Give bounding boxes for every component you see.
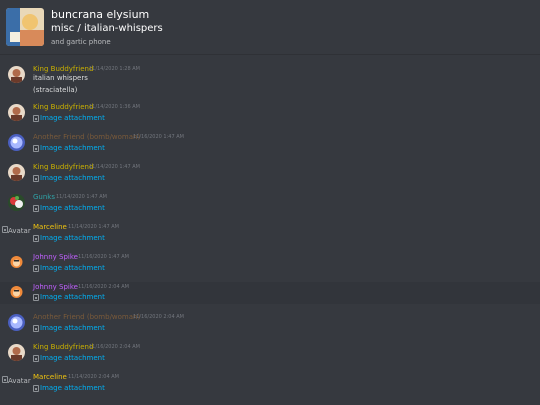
avatar[interactable] bbox=[8, 194, 25, 211]
server-icon[interactable] bbox=[6, 8, 44, 46]
message: Another Friend (bomb/woman) 11/16/2020 1… bbox=[0, 130, 540, 158]
avatar[interactable] bbox=[8, 344, 25, 361]
message: Avatar Marceline 11/14/2020 2:04 AM Imag… bbox=[0, 370, 540, 398]
image-attachment-link[interactable]: Image attachment bbox=[33, 384, 105, 392]
message-timestamp: 11/14/2020 1:47 AM bbox=[68, 224, 119, 230]
avatar[interactable] bbox=[8, 66, 25, 83]
image-attachment-link[interactable]: Image attachment bbox=[33, 324, 105, 332]
broken-image-icon bbox=[33, 354, 39, 362]
image-attachment-link[interactable]: Image attachment bbox=[33, 264, 105, 272]
broken-image-icon bbox=[33, 384, 39, 392]
message-timestamp: 11/14/2020 1:47 AM bbox=[56, 194, 107, 200]
image-attachment-link[interactable]: Image attachment bbox=[33, 114, 105, 122]
avatar[interactable] bbox=[8, 164, 25, 181]
message-author[interactable]: King Buddyfriend bbox=[33, 163, 93, 171]
avatar[interactable] bbox=[8, 284, 25, 301]
message-author[interactable]: Another Friend (bomb/woman) bbox=[33, 133, 140, 141]
message-author[interactable]: Marceline bbox=[33, 223, 67, 231]
image-attachment-link[interactable]: Image attachment bbox=[33, 293, 105, 301]
avatar[interactable]: Avatar bbox=[2, 376, 31, 385]
avatar[interactable] bbox=[8, 134, 25, 151]
message-author[interactable]: Gunks bbox=[33, 193, 55, 201]
broken-image-icon bbox=[33, 264, 39, 272]
message-text: italian whispers bbox=[33, 74, 88, 82]
message: King Buddyfriend 11/16/2020 2:04 AM Imag… bbox=[0, 340, 540, 368]
message-author[interactable]: King Buddyfriend bbox=[33, 65, 93, 73]
message-timestamp: 11/14/2020 2:04 AM bbox=[68, 374, 119, 380]
channel-topic: and gartic phone bbox=[51, 38, 111, 46]
channel-header: buncrana elysium misc / italian-whispers… bbox=[0, 0, 540, 55]
broken-image-icon bbox=[33, 114, 39, 122]
message-text: (straciatella) bbox=[33, 86, 78, 94]
message-author[interactable]: Marceline bbox=[33, 373, 67, 381]
message-timestamp: 11/16/2020 1:47 AM bbox=[78, 254, 129, 260]
broken-image-icon bbox=[33, 324, 39, 332]
message-timestamp: 11/16/2020 2:04 AM bbox=[133, 314, 184, 320]
message-timestamp: 11/14/2020 1:36 AM bbox=[89, 104, 140, 110]
message: Gunks 11/14/2020 1:47 AM Image attachmen… bbox=[0, 190, 540, 218]
message-author[interactable]: King Buddyfriend bbox=[33, 343, 93, 351]
avatar[interactable]: Avatar bbox=[2, 226, 31, 235]
message: Avatar Marceline 11/14/2020 1:47 AM Imag… bbox=[0, 220, 540, 248]
avatar[interactable] bbox=[8, 314, 25, 331]
message: Johnny Spike 11/16/2020 1:47 AM Image at… bbox=[0, 250, 540, 278]
message-author[interactable]: Johnny Spike bbox=[33, 283, 78, 291]
broken-image-icon bbox=[33, 174, 39, 182]
message-timestamp: 11/16/2020 2:04 AM bbox=[89, 344, 140, 350]
message-author[interactable]: King Buddyfriend bbox=[33, 103, 93, 111]
message-timestamp: 11/16/2020 2:04 AM bbox=[78, 284, 129, 290]
message-timestamp: 11/16/2020 1:47 AM bbox=[133, 134, 184, 140]
image-attachment-link[interactable]: Image attachment bbox=[33, 234, 105, 242]
image-attachment-link[interactable]: Image attachment bbox=[33, 144, 105, 152]
broken-image-icon bbox=[2, 376, 8, 383]
avatar[interactable] bbox=[8, 254, 25, 271]
broken-image-icon bbox=[33, 204, 39, 212]
message-timestamp: 11/14/2020 1:47 AM bbox=[89, 164, 140, 170]
broken-image-icon bbox=[33, 234, 39, 242]
image-attachment-link[interactable]: Image attachment bbox=[33, 204, 105, 212]
image-attachment-link[interactable]: Image attachment bbox=[33, 174, 105, 182]
message: King Buddyfriend 11/14/2020 1:47 AM Imag… bbox=[0, 160, 540, 188]
broken-image-icon bbox=[33, 293, 39, 301]
avatar[interactable] bbox=[8, 104, 25, 121]
message-author[interactable]: Another Friend (bomb/woman) bbox=[33, 313, 140, 321]
message-author[interactable]: Johnny Spike bbox=[33, 253, 78, 261]
server-name: buncrana elysium bbox=[51, 8, 150, 21]
message: Johnny Spike 11/16/2020 2:04 AM Image at… bbox=[0, 282, 540, 304]
channel-name: misc / italian-whispers bbox=[51, 23, 163, 34]
image-attachment-link[interactable]: Image attachment bbox=[33, 354, 105, 362]
broken-image-icon bbox=[33, 144, 39, 152]
message: Another Friend (bomb/woman) 11/16/2020 2… bbox=[0, 310, 540, 338]
message: King Buddyfriend 11/14/2020 1:36 AM Imag… bbox=[0, 100, 540, 128]
message-timestamp: 11/14/2020 1:28 AM bbox=[89, 66, 140, 72]
broken-image-icon bbox=[2, 226, 8, 233]
message: King Buddyfriend 11/14/2020 1:28 AM ital… bbox=[0, 62, 540, 96]
